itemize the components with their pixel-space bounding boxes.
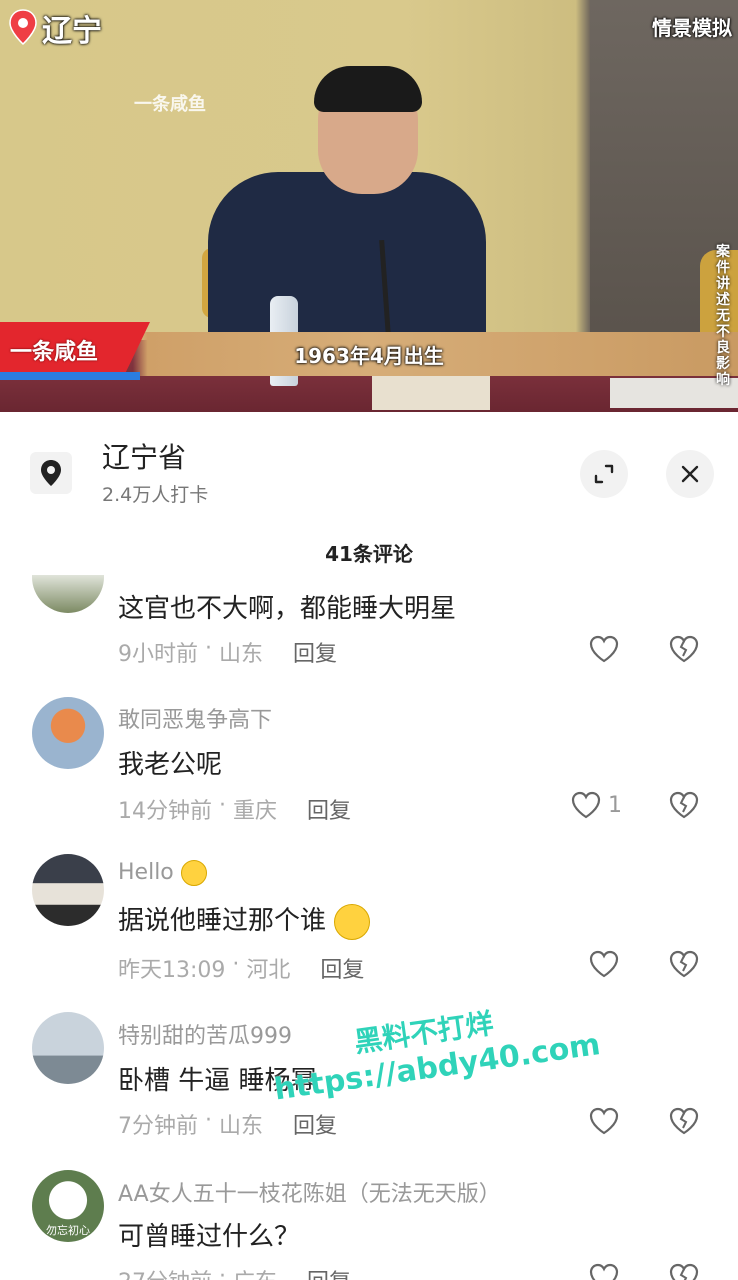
video-watermark: 一条咸鱼: [134, 94, 206, 115]
reply-button[interactable]: 回复: [320, 952, 364, 984]
comment-region: 广东: [233, 1264, 277, 1280]
smile-emoji-icon: [180, 860, 207, 886]
place-checkins: 2.4万人打卡: [102, 484, 209, 506]
location-tag-label: 辽宁: [42, 14, 102, 49]
like-button[interactable]: [588, 634, 626, 664]
video-subtitle: 1963年4月出生: [294, 344, 444, 368]
comment-meta: 7分钟前 · 山东 回复: [118, 1108, 338, 1140]
comment-text: 可曾睡过什么？: [118, 1222, 301, 1252]
broken-heart-icon: [669, 1107, 699, 1135]
comment-count: 41条评论: [325, 542, 413, 566]
comment-time: 昨天13:09: [118, 958, 226, 983]
comment-meta: 14分钟前 · 重庆 回复: [118, 793, 352, 825]
close-icon: [681, 465, 699, 483]
comment-meta: 27分钟前 · 广东 回复: [118, 1264, 351, 1280]
comment-text: 据说他睡过那个谁: [118, 900, 371, 940]
dislike-button[interactable]: [668, 1106, 700, 1140]
avatar[interactable]: [32, 854, 104, 926]
heart-icon: [589, 950, 619, 978]
like-button[interactable]: [588, 1106, 626, 1136]
location-tag[interactable]: 辽宁: [8, 6, 102, 50]
comment-region: 重庆: [232, 799, 277, 824]
reply-button[interactable]: 回复: [307, 793, 351, 825]
heart-icon: [571, 791, 601, 819]
comment-meta: 昨天13:09 · 河北 回复: [118, 952, 365, 984]
close-button[interactable]: [666, 450, 714, 498]
reply-button[interactable]: 回复: [293, 1108, 337, 1140]
heart-icon: [589, 1107, 619, 1135]
expand-button[interactable]: [580, 450, 628, 498]
comment-region: 山东: [218, 1114, 263, 1139]
comment-text: 卧槽 牛逼 睡杨幂: [118, 1066, 317, 1096]
place-name: 辽宁省: [102, 441, 187, 474]
like-button[interactable]: [588, 949, 626, 979]
comment-time: 9小时前: [118, 642, 198, 667]
broken-heart-icon: [669, 635, 699, 663]
dislike-button[interactable]: [668, 1262, 700, 1280]
comment-text: 我老公呢: [118, 750, 223, 780]
broken-heart-icon: [669, 950, 699, 978]
place-info: 辽宁省 2.4万人打卡: [102, 440, 208, 507]
comment-meta: 9小时前 · 山东 回复: [118, 636, 338, 668]
comment-region: 河北: [246, 958, 291, 983]
comment-time: 14分钟前: [118, 799, 212, 824]
grin-emoji-icon: [334, 903, 371, 940]
like-button[interactable]: [588, 1262, 626, 1280]
broken-heart-icon: [669, 791, 699, 819]
reply-button[interactable]: 回复: [293, 636, 337, 668]
place-header[interactable]: 辽宁省 2.4万人打卡: [30, 440, 208, 507]
like-count: 1: [608, 792, 622, 818]
brand-badge-stripe: [0, 372, 140, 380]
speaker-body: [208, 172, 486, 357]
comment-text: 这官也不大啊，都能睡大明星: [118, 594, 457, 624]
map-pin-icon: [9, 9, 37, 46]
dislike-button[interactable]: [668, 949, 700, 983]
broken-heart-icon: [669, 1263, 699, 1280]
scene-tag: 情景模拟: [652, 16, 732, 40]
comment-username[interactable]: Hello: [118, 860, 207, 886]
comment-time: 7分钟前: [118, 1114, 198, 1139]
vertical-disclaimer: 案件讲述 无不良影响: [716, 244, 730, 388]
reply-button[interactable]: 回复: [307, 1264, 351, 1280]
comment-time: 27分钟前: [118, 1264, 212, 1280]
comment-username[interactable]: 特别甜的苦瓜999: [118, 1018, 292, 1050]
like-button[interactable]: 1: [570, 790, 622, 820]
expand-icon: [594, 464, 614, 484]
heart-icon: [589, 1263, 619, 1280]
comment-region: 山东: [218, 642, 263, 667]
video-player[interactable]: 一条咸鱼 一条咸鱼 1963年4月出生 辽宁 情景模拟 案件讲述 无不良影响: [0, 0, 738, 412]
avatar-caption: 勿忘初心: [46, 1224, 90, 1237]
comment-username[interactable]: AA女人五十一枝花陈姐（无法无天版）: [118, 1176, 501, 1208]
speaker-hair: [314, 66, 422, 112]
dislike-button[interactable]: [668, 790, 700, 824]
dislike-button[interactable]: [668, 634, 700, 668]
heart-icon: [589, 635, 619, 663]
avatar[interactable]: [32, 1012, 104, 1084]
comments-sheet: 辽宁省 2.4万人打卡 41条评论: [0, 412, 738, 1280]
location-pin-icon: [30, 452, 72, 494]
comment-username[interactable]: 敢同恶鬼争高下: [118, 702, 272, 734]
avatar[interactable]: 勿忘初心: [32, 1170, 104, 1242]
avatar[interactable]: [32, 697, 104, 769]
